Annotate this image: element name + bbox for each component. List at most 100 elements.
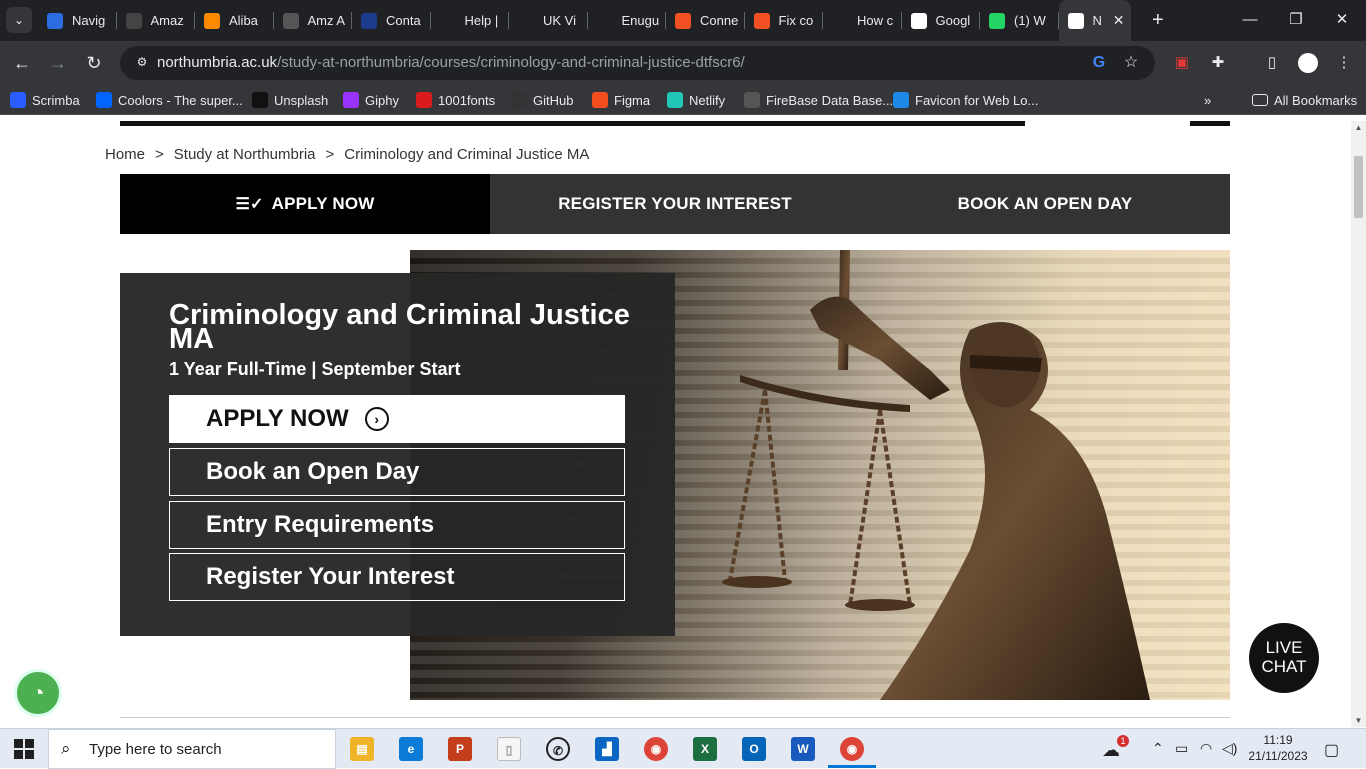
apply-now-button[interactable]: ☰✓ APPLY NOW <box>120 174 490 234</box>
word-icon[interactable]: W <box>791 737 815 761</box>
page-scrollbar[interactable]: ▲ ▼ <box>1351 121 1366 727</box>
book-open-day-label: BOOK AN OPEN DAY <box>957 194 1133 213</box>
browser-tab[interactable]: UK Vi <box>509 0 588 41</box>
breadcrumb-study[interactable]: Study at Northumbria <box>174 146 316 163</box>
side-panel-icon[interactable]: ▯ <box>1262 53 1282 73</box>
register-interest-cta-label: Register Your Interest <box>206 563 455 590</box>
browser-tab[interactable]: Help | <box>431 0 510 41</box>
reload-icon[interactable]: ↻ <box>82 51 106 75</box>
windows-start-icon[interactable] <box>14 739 34 759</box>
register-interest-button[interactable]: REGISTER YOUR INTEREST <box>490 174 860 234</box>
live-chat-button[interactable]: LIVE CHAT <box>1249 623 1319 693</box>
close-window-icon[interactable]: ✕ <box>1319 0 1365 41</box>
taskbar-search[interactable]: ⌕ Type here to search <box>48 729 336 769</box>
show-hidden-icons-icon[interactable]: ⌃ <box>1152 740 1164 757</box>
book-open-day-button[interactable]: BOOK AN OPEN DAY <box>860 174 1230 234</box>
scroll-down-icon[interactable]: ▼ <box>1351 716 1366 725</box>
bookmark-label: Unsplash <box>274 92 329 108</box>
bookmark-item[interactable]: GitHub <box>511 91 573 109</box>
close-tab-icon[interactable]: ✕ <box>1113 12 1125 29</box>
address-bar[interactable]: ⚙ northumbria.ac.uk/study-at-northumbria… <box>120 46 1155 80</box>
book-open-day-cta[interactable]: Book an Open Day <box>169 448 625 496</box>
cookie-settings-icon[interactable]: ◔ <box>14 669 62 717</box>
browser-tab[interactable]: N ✕ <box>1058 0 1131 41</box>
bookmark-star-icon[interactable]: ☆ <box>1122 54 1140 72</box>
book-open-day-cta-label: Book an Open Day <box>206 458 420 485</box>
chrome-active-icon[interactable]: ◉ <box>828 737 876 768</box>
chrome-icon[interactable]: ◉ <box>644 737 668 761</box>
file-explorer-icon[interactable]: ▤ <box>350 737 374 761</box>
breadcrumb-separator: > <box>325 146 335 163</box>
apply-now-cta[interactable]: APPLY NOW › <box>169 395 625 443</box>
tab-label: Navig <box>72 13 106 28</box>
breadcrumb-home[interactable]: Home <box>105 146 145 163</box>
course-info-panel: Criminology and Criminal Justice MA 1 Ye… <box>120 273 675 636</box>
bookmark-favicon-icon <box>252 92 268 108</box>
new-tab-icon[interactable]: + <box>1152 8 1164 32</box>
forward-icon[interactable]: → <box>46 51 70 75</box>
restore-icon[interactable]: ❐ <box>1273 0 1319 41</box>
powerpoint-icon[interactable]: P <box>448 737 472 761</box>
bookmarks-overflow-icon[interactable]: » <box>1204 91 1211 109</box>
excel-icon[interactable]: X <box>693 737 717 761</box>
browser-tab[interactable]: Navig <box>38 0 117 41</box>
microsoft-icon <box>753 12 770 29</box>
minimize-icon[interactable]: — <box>1227 0 1273 41</box>
battery-icon[interactable]: ▭ <box>1175 740 1188 757</box>
google-lens-icon <box>910 12 927 29</box>
browser-tab[interactable]: (1) W <box>980 0 1059 41</box>
folder-icon <box>1252 94 1268 106</box>
bookmark-item[interactable]: Figma <box>592 91 650 109</box>
browser-tab[interactable]: Fix co <box>745 0 824 41</box>
bookmark-item[interactable]: Favicon for Web Lo... <box>893 91 1038 109</box>
scrollbar-thumb[interactable] <box>1354 156 1363 218</box>
live-chat-line1: LIVE <box>1265 638 1303 657</box>
tab-search-icon[interactable]: ⌄ <box>6 7 32 33</box>
bookmark-item[interactable]: Coolors - The super... <box>96 91 243 109</box>
browser-tab[interactable]: Googl <box>902 0 981 41</box>
browser-tab[interactable]: Conne <box>666 0 745 41</box>
entry-requirements-cta[interactable]: Entry Requirements <box>169 501 625 549</box>
tab-label: Conta <box>386 13 421 28</box>
course-subtitle: 1 Year Full-Time | September Start <box>169 359 461 379</box>
profile-avatar-icon[interactable] <box>1298 53 1318 73</box>
page-viewport: Home > Study at Northumbria > Criminolog… <box>0 121 1351 727</box>
section-divider <box>120 717 1230 718</box>
extensions-puzzle-icon[interactable]: ✚ <box>1208 53 1228 73</box>
tab-list: Navig Amaz Aliba Amz A Conta Help | UK Vi Enugu… <box>38 0 1131 41</box>
bookmark-item[interactable]: FireBase Data Base... <box>744 91 893 109</box>
volume-icon[interactable]: ◁) <box>1222 740 1237 757</box>
bookmark-label: GitHub <box>533 92 574 108</box>
taskbar-clock[interactable]: 11:19 21/11/2023 <box>1245 732 1311 764</box>
notifications-icon[interactable]: ▢ <box>1324 740 1339 760</box>
outlook-icon[interactable]: O <box>742 737 766 761</box>
all-bookmarks[interactable]: All Bookmarks <box>1252 91 1357 109</box>
browser-tab[interactable]: Enugu <box>588 0 667 41</box>
url-text[interactable]: northumbria.ac.uk/study-at-northumbria/c… <box>157 54 745 71</box>
power-bi-icon[interactable]: ▟ <box>595 737 619 761</box>
bookmark-item[interactable]: Netlify <box>667 91 725 109</box>
browser-tab[interactable]: Amz A <box>274 0 353 41</box>
northumbria-icon <box>1067 12 1084 29</box>
whatsapp-icon[interactable]: ✆ <box>546 737 570 761</box>
notepad-icon[interactable]: ▯ <box>497 737 521 761</box>
edge-icon[interactable]: e <box>399 737 423 761</box>
browser-tab[interactable]: How c <box>823 0 902 41</box>
bookmark-item[interactable]: Unsplash <box>252 91 328 109</box>
browser-tab[interactable]: Aliba <box>195 0 274 41</box>
browser-tab[interactable]: Amaz <box>117 0 196 41</box>
menu-kebab-icon[interactable]: ⋮ <box>1334 53 1354 73</box>
extension-icon[interactable]: ▣ <box>1172 53 1192 73</box>
google-lens-icon[interactable]: G <box>1090 54 1108 72</box>
scroll-up-icon[interactable]: ▲ <box>1351 123 1366 132</box>
back-icon[interactable]: ← <box>10 51 34 75</box>
register-interest-cta[interactable]: Register Your Interest <box>169 553 625 601</box>
site-settings-icon[interactable]: ⚙ <box>134 55 150 71</box>
bookmark-item[interactable]: Giphy <box>343 91 399 109</box>
bookmark-favicon-icon <box>744 92 760 108</box>
bookmark-item[interactable]: 1001fonts <box>416 91 495 109</box>
browser-tab[interactable]: Conta <box>352 0 431 41</box>
tab-label: Amaz <box>150 13 184 28</box>
wifi-icon[interactable]: ◠ <box>1200 740 1212 757</box>
bookmark-item[interactable]: Scrimba <box>10 91 80 109</box>
